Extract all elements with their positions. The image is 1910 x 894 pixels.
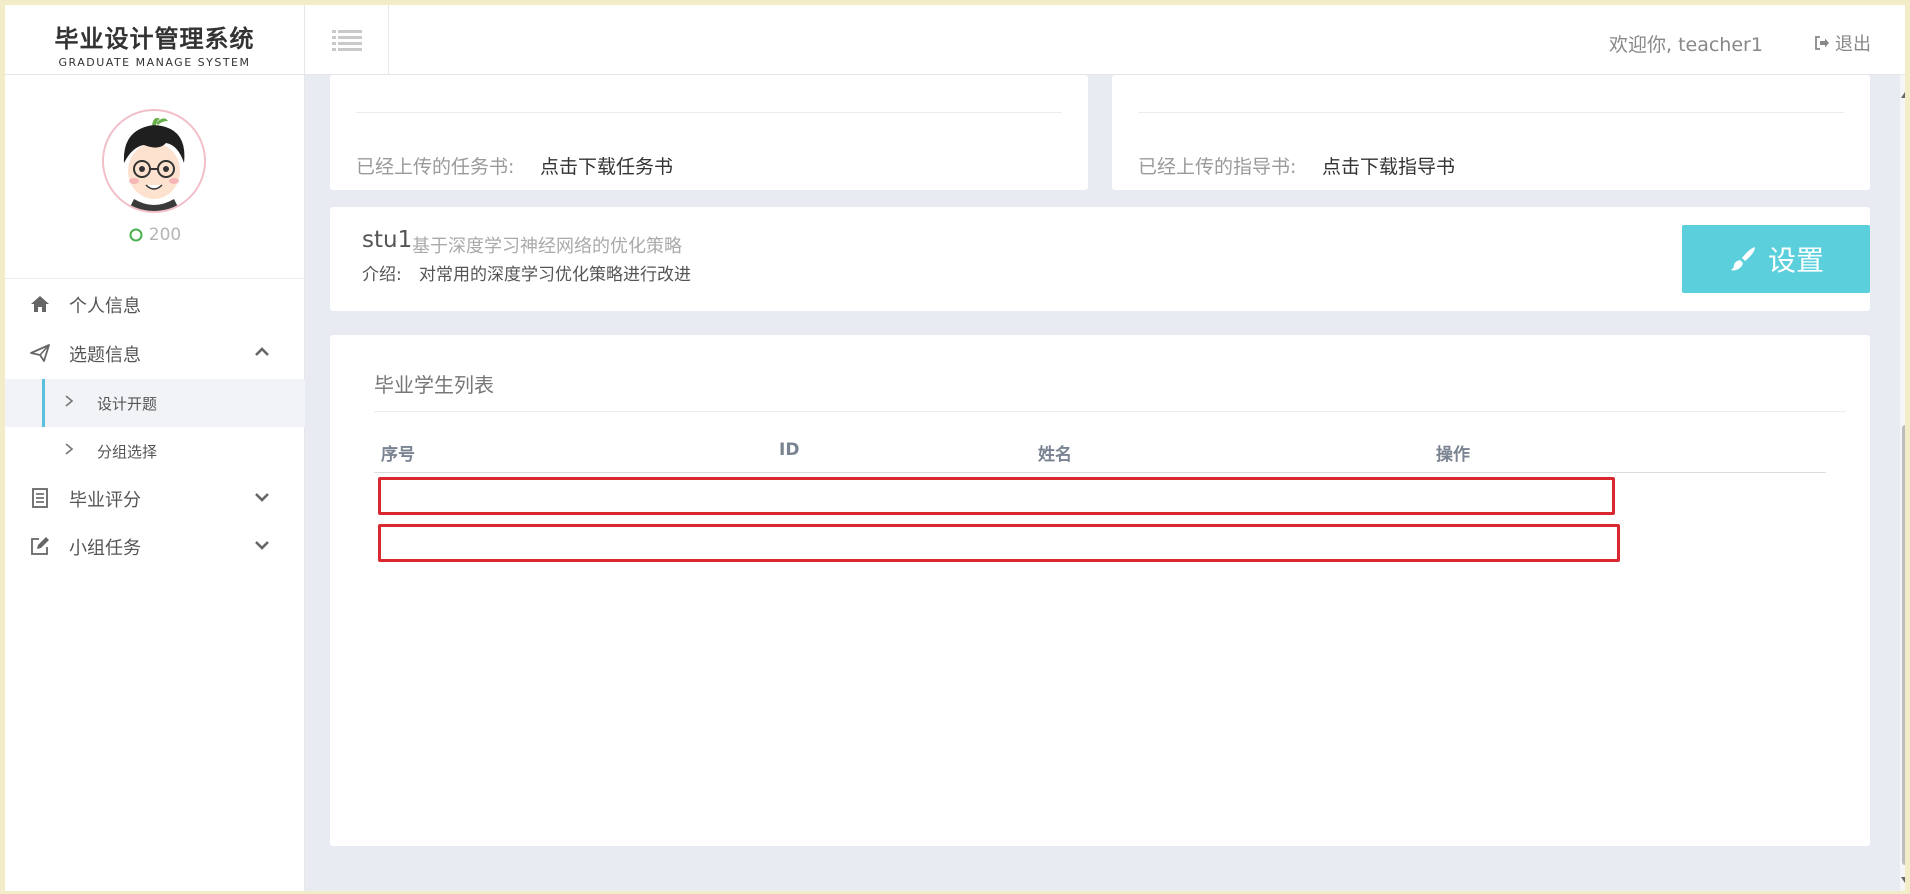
top-header: 毕业设计管理系统 GRADUATE MANAGE SYSTEM 欢迎你, tea… <box>5 5 1905 75</box>
chevron-right-icon <box>65 395 74 407</box>
column-header-name[interactable]: 姓名 <box>1038 440 1072 465</box>
sidebar-item-label: 选题信息 <box>69 345 141 366</box>
sidebar-divider <box>5 278 305 279</box>
column-header-index[interactable]: 序号 <box>381 440 415 465</box>
intro-label: 介绍: <box>362 265 402 285</box>
scroll-up-button[interactable] <box>1900 90 1905 100</box>
chevron-up-icon <box>255 347 269 356</box>
sidebar-item-group-task[interactable]: 小组任务 <box>5 524 305 568</box>
task-book-panel: 已经上传的任务书: 点击下载任务书 <box>330 75 1088 190</box>
logout-link[interactable]: 退出 <box>1814 30 1871 56</box>
column-header-id[interactable]: ID <box>779 440 799 460</box>
chevron-right-icon <box>65 443 74 455</box>
student-list-title: 毕业学生列表 <box>374 373 494 397</box>
paper-plane-icon <box>30 344 50 362</box>
home-icon <box>31 296 49 312</box>
chevron-down-icon <box>255 493 269 502</box>
online-status-icon <box>129 228 143 242</box>
sidebar-subitem-label: 分组选择 <box>97 443 158 461</box>
guide-book-label: 已经上传的指导书: <box>1138 156 1297 178</box>
table-header-divider <box>374 472 1826 473</box>
divider <box>374 411 1846 412</box>
sidebar-subitem-group-select[interactable]: 分组选择 <box>5 427 305 475</box>
scroll-down-button[interactable] <box>1900 875 1905 885</box>
sidebar-item-profile[interactable]: 个人信息 <box>5 282 305 326</box>
table-row[interactable] <box>378 524 1620 562</box>
app-window: 毕业设计管理系统 GRADUATE MANAGE SYSTEM 欢迎你, tea… <box>5 5 1905 891</box>
sidebar-subitem-label: 设计开题 <box>97 395 158 413</box>
task-book-label: 已经上传的任务书: <box>356 156 515 178</box>
sidebar-item-label: 小组任务 <box>69 538 141 559</box>
sidebar-subitem-design-proposal[interactable]: 设计开题 <box>5 379 305 427</box>
sidebar: 200 个人信息 选题信息 设计开题 分组选择 毕业评分 小组任务 <box>5 75 305 891</box>
triangle-up-icon <box>1901 92 1905 98</box>
points-value: 200 <box>148 225 182 245</box>
table-row[interactable] <box>378 477 1615 515</box>
sidebar-item-topic[interactable]: 选题信息 <box>5 331 305 375</box>
divider <box>356 112 1062 113</box>
user-points: 200 <box>5 225 305 245</box>
sidebar-item-label: 毕业评分 <box>69 490 141 511</box>
chevron-down-icon <box>255 541 269 550</box>
sign-out-icon <box>1815 36 1829 50</box>
intro-text: 对常用的深度学习优化策略进行改进 <box>419 265 691 285</box>
divider <box>1138 112 1844 113</box>
edit-icon <box>31 537 49 555</box>
scrollbar-thumb[interactable] <box>1902 425 1905 865</box>
calculator-icon <box>32 488 48 508</box>
triangle-down-icon <box>1901 877 1905 883</box>
logo[interactable]: 毕业设计管理系统 GRADUATE MANAGE SYSTEM <box>5 5 305 75</box>
sidebar-item-grading[interactable]: 毕业评分 <box>5 476 305 520</box>
settings-label: 设置 <box>1767 244 1824 277</box>
topic-panel: stu1 基于深度学习神经网络的优化策略 介绍: 对常用的深度学习优化策略进行改… <box>330 207 1870 311</box>
logo-title: 毕业设计管理系统 <box>54 25 255 53</box>
menu-toggle-button[interactable] <box>305 5 389 75</box>
logo-subtitle: GRADUATE MANAGE SYSTEM <box>58 56 251 69</box>
download-guide-book-link[interactable]: 点击下载指导书 <box>1322 152 1455 179</box>
topic-title: 基于深度学习神经网络的优化策略 <box>412 236 682 257</box>
settings-button[interactable]: 设置 <box>1682 225 1870 293</box>
user-avatar-icon <box>104 111 204 211</box>
download-task-book-link[interactable]: 点击下载任务书 <box>540 152 673 179</box>
student-name: stu1 <box>362 227 413 253</box>
guide-book-panel: 已经上传的指导书: 点击下载指导书 <box>1112 75 1870 190</box>
logout-label: 退出 <box>1835 34 1871 55</box>
column-header-actions[interactable]: 操作 <box>1436 440 1470 465</box>
sidebar-item-label: 个人信息 <box>69 296 141 317</box>
list-icon <box>331 30 362 51</box>
welcome-text: 欢迎你, teacher1 <box>1609 34 1763 56</box>
avatar[interactable] <box>102 109 206 213</box>
paint-brush-icon <box>1730 247 1755 271</box>
student-list-panel: 毕业学生列表 序号 ID 姓名 操作 <box>330 335 1870 846</box>
